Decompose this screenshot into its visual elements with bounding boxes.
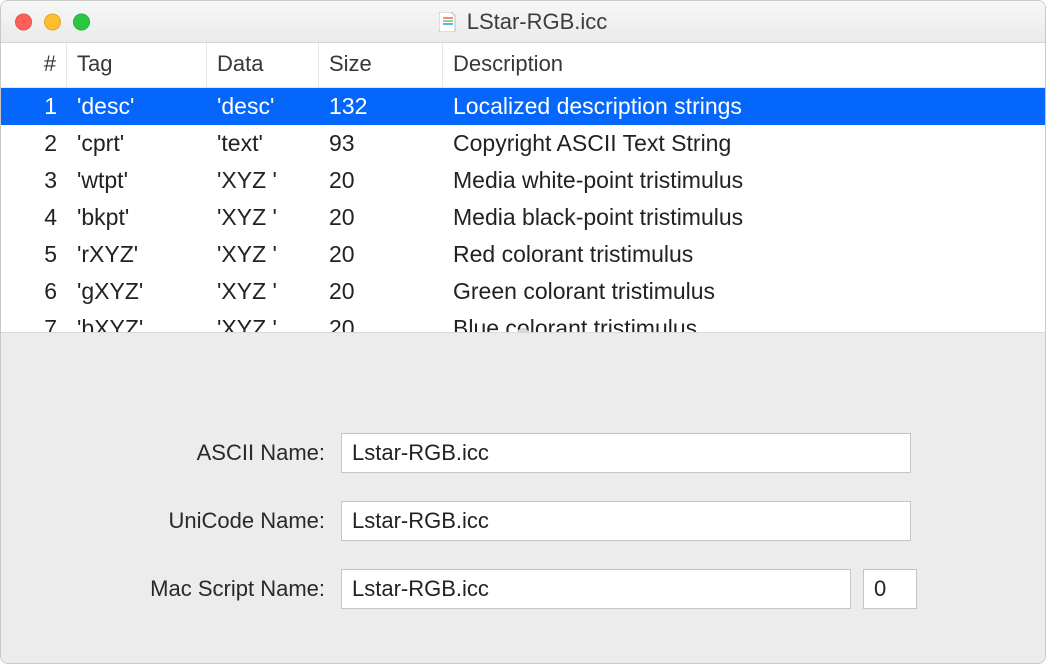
- cell-tag: 'cprt': [67, 125, 207, 162]
- cell-description: Localized description strings: [443, 88, 1045, 125]
- cell-description: Media black-point tristimulus: [443, 199, 1045, 236]
- title-wrap: LStar-RGB.icc: [439, 9, 608, 35]
- maximize-button[interactable]: [73, 13, 90, 30]
- cell-description: Media white-point tristimulus: [443, 162, 1045, 199]
- minimize-button[interactable]: [44, 13, 61, 30]
- window-title: LStar-RGB.icc: [467, 9, 608, 35]
- ascii-name-label: ASCII Name:: [81, 440, 341, 466]
- cell-description: Blue colorant tristimulus: [443, 310, 1045, 333]
- table-row[interactable]: 5'rXYZ''XYZ '20Red colorant tristimulus: [1, 236, 1045, 273]
- ascii-name-field[interactable]: [341, 433, 911, 473]
- cell-size: 20: [319, 236, 443, 273]
- cell-size: 20: [319, 273, 443, 310]
- cell-tag: 'rXYZ': [67, 236, 207, 273]
- cell-data: 'XYZ ': [207, 236, 319, 273]
- cell-description: Red colorant tristimulus: [443, 236, 1045, 273]
- column-header-size[interactable]: Size: [319, 43, 443, 87]
- cell-data: 'XYZ ': [207, 310, 319, 333]
- mac-script-name-field[interactable]: [341, 569, 851, 609]
- table-row[interactable]: 1'desc''desc'132Localized description st…: [1, 88, 1045, 125]
- document-icon: [439, 12, 457, 32]
- cell-tag: 'gXYZ': [67, 273, 207, 310]
- cell-description: Green colorant tristimulus: [443, 273, 1045, 310]
- mac-script-name-row: Mac Script Name:: [81, 569, 1045, 609]
- details-panel: ASCII Name: UniCode Name: Mac Script Nam…: [1, 333, 1045, 663]
- mac-script-name-label: Mac Script Name:: [81, 576, 341, 602]
- unicode-name-label: UniCode Name:: [81, 508, 341, 534]
- cell-size: 20: [319, 162, 443, 199]
- column-header-data[interactable]: Data: [207, 43, 319, 87]
- cell-data: 'XYZ ': [207, 273, 319, 310]
- column-header-tag[interactable]: Tag: [67, 43, 207, 87]
- cell-description: Copyright ASCII Text String: [443, 125, 1045, 162]
- table-row[interactable]: 6'gXYZ''XYZ '20Green colorant tristimulu…: [1, 273, 1045, 310]
- table-header-row: # Tag Data Size Description: [1, 43, 1045, 88]
- mac-script-code-field[interactable]: [863, 569, 917, 609]
- cell-tag: 'bXYZ': [67, 310, 207, 333]
- tag-table: # Tag Data Size Description 1'desc''desc…: [1, 43, 1045, 333]
- cell-size: 93: [319, 125, 443, 162]
- cell-index: 7: [1, 310, 67, 333]
- cell-index: 6: [1, 273, 67, 310]
- app-window: LStar-RGB.icc # Tag Data Size Descriptio…: [0, 0, 1046, 664]
- cell-size: 20: [319, 199, 443, 236]
- column-header-description[interactable]: Description: [443, 43, 1045, 87]
- cell-index: 4: [1, 199, 67, 236]
- cell-index: 5: [1, 236, 67, 273]
- close-button[interactable]: [15, 13, 32, 30]
- unicode-name-row: UniCode Name:: [81, 501, 1045, 541]
- cell-data: 'XYZ ': [207, 199, 319, 236]
- cell-index: 2: [1, 125, 67, 162]
- cell-tag: 'wtpt': [67, 162, 207, 199]
- cell-size: 132: [319, 88, 443, 125]
- table-body: 1'desc''desc'132Localized description st…: [1, 88, 1045, 333]
- column-header-index[interactable]: #: [1, 43, 67, 87]
- titlebar[interactable]: LStar-RGB.icc: [1, 1, 1045, 43]
- cell-tag: 'desc': [67, 88, 207, 125]
- cell-data: 'desc': [207, 88, 319, 125]
- cell-index: 1: [1, 88, 67, 125]
- cell-data: 'XYZ ': [207, 162, 319, 199]
- cell-index: 3: [1, 162, 67, 199]
- cell-data: 'text': [207, 125, 319, 162]
- table-row[interactable]: 2'cprt''text'93Copyright ASCII Text Stri…: [1, 125, 1045, 162]
- unicode-name-field[interactable]: [341, 501, 911, 541]
- ascii-name-row: ASCII Name:: [81, 433, 1045, 473]
- cell-size: 20: [319, 310, 443, 333]
- cell-tag: 'bkpt': [67, 199, 207, 236]
- table-row[interactable]: 4'bkpt''XYZ '20Media black-point tristim…: [1, 199, 1045, 236]
- traffic-lights: [15, 13, 90, 30]
- table-row[interactable]: 3'wtpt''XYZ '20Media white-point tristim…: [1, 162, 1045, 199]
